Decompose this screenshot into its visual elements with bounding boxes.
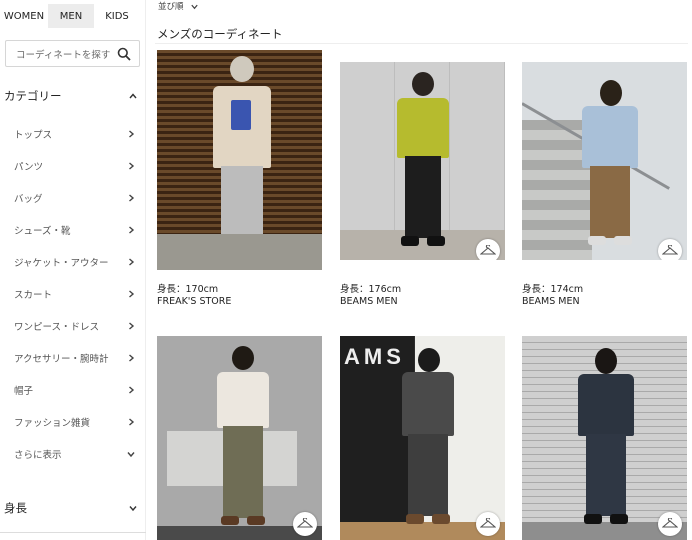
category-item-tops[interactable]: トップス [14, 124, 136, 144]
category-item-label: ファッション雑貨 [14, 418, 91, 429]
height-filter-title: 身長 [4, 501, 27, 515]
sort-dropdown[interactable]: 並び順 [158, 0, 199, 12]
chevron-right-icon [129, 386, 135, 394]
model-figure [578, 348, 634, 530]
search-input[interactable]: コーディネートを探す [5, 40, 140, 67]
chevron-right-icon [129, 162, 135, 170]
coordinate-card-image[interactable]: AMS [340, 336, 505, 540]
category-item-jacket-outer[interactable]: ジャケット・アウター [14, 252, 136, 272]
tab-women[interactable]: WOMEN [0, 4, 48, 28]
category-item-hat[interactable]: 帽子 [14, 380, 136, 400]
divider [0, 532, 146, 533]
hanger-icon[interactable] [658, 239, 682, 260]
category-item-label: トップス [14, 130, 53, 141]
category-item-pants[interactable]: パンツ [14, 156, 136, 176]
coordinate-card-image[interactable] [340, 62, 505, 260]
category-item-shoes[interactable]: シューズ・靴 [14, 220, 136, 240]
tab-men[interactable]: MEN [48, 4, 94, 28]
coordinate-card-image[interactable] [157, 336, 322, 540]
model-figure [582, 80, 638, 255]
chevron-right-icon [129, 354, 135, 362]
category-item-bag[interactable]: バッグ [14, 188, 136, 208]
page-title: メンズのコーディネート [157, 27, 283, 41]
model-height: 身長：170cm [157, 284, 219, 295]
category-item-accessory-watch[interactable]: アクセサリー・腕時計 [14, 348, 136, 368]
chevron-right-icon [129, 322, 135, 330]
show-more-button[interactable]: さらに表示 [14, 444, 136, 464]
hanger-icon[interactable] [658, 512, 682, 536]
chevron-right-icon [129, 226, 135, 234]
chevron-right-icon [129, 290, 135, 298]
model-figure [400, 348, 456, 530]
chevron-right-icon [129, 418, 135, 426]
gender-tabs: WOMEN MEN KIDS [0, 4, 146, 28]
sidebar: WOMEN MEN KIDS コーディネートを探す カテゴリー トップス パンツ… [0, 0, 146, 540]
category-title: カテゴリー [4, 89, 62, 103]
hanger-icon[interactable] [293, 512, 317, 536]
category-item-skirt[interactable]: スカート [14, 284, 136, 304]
model-height: 身長：174cm [522, 284, 584, 295]
category-item-onepiece-dress[interactable]: ワンピース・ドレス [14, 316, 136, 336]
model-figure [395, 72, 451, 252]
model-figure [215, 346, 271, 531]
hanger-icon[interactable] [476, 239, 500, 260]
category-item-label: バッグ [14, 194, 43, 205]
category-header[interactable]: カテゴリー [4, 86, 138, 106]
category-item-label: ワンピース・ドレス [14, 322, 100, 333]
shop-name[interactable]: BEAMS MEN [522, 296, 580, 307]
tab-kids[interactable]: KIDS [94, 4, 140, 28]
coordinate-card-image[interactable] [522, 336, 687, 540]
category-item-label: ジャケット・アウター [14, 258, 109, 269]
search-icon[interactable] [117, 47, 131, 61]
divider [155, 43, 688, 44]
model-figure [207, 56, 277, 270]
shop-name[interactable]: BEAMS MEN [340, 296, 398, 307]
category-item-fashion-goods[interactable]: ファッション雑貨 [14, 412, 136, 432]
shop-name[interactable]: FREAK'S STORE [157, 296, 231, 307]
category-item-label: シューズ・靴 [14, 226, 71, 237]
category-item-label: スカート [14, 290, 53, 301]
height-filter-header[interactable]: 身長 [4, 498, 138, 518]
category-item-label: アクセサリー・腕時計 [14, 354, 109, 365]
photo-sign-text: AMS [344, 344, 405, 369]
model-height: 身長：176cm [340, 284, 402, 295]
hanger-icon[interactable] [476, 512, 500, 536]
coordinate-card-image[interactable] [157, 50, 322, 270]
chevron-down-icon [127, 452, 135, 458]
coordinate-card-image[interactable] [522, 62, 687, 260]
chevron-right-icon [129, 194, 135, 202]
chevron-right-icon [129, 258, 135, 266]
chevron-down-icon [129, 506, 137, 512]
search-placeholder: コーディネートを探す [16, 50, 111, 61]
chevron-right-icon [129, 130, 135, 138]
sort-label: 並び順 [158, 2, 184, 12]
category-item-label: 帽子 [14, 386, 34, 397]
category-item-label: パンツ [14, 162, 43, 173]
chevron-down-icon [190, 4, 198, 9]
chevron-up-icon [129, 93, 137, 99]
show-more-label: さらに表示 [14, 450, 62, 461]
hanger-icon[interactable] [293, 240, 317, 264]
